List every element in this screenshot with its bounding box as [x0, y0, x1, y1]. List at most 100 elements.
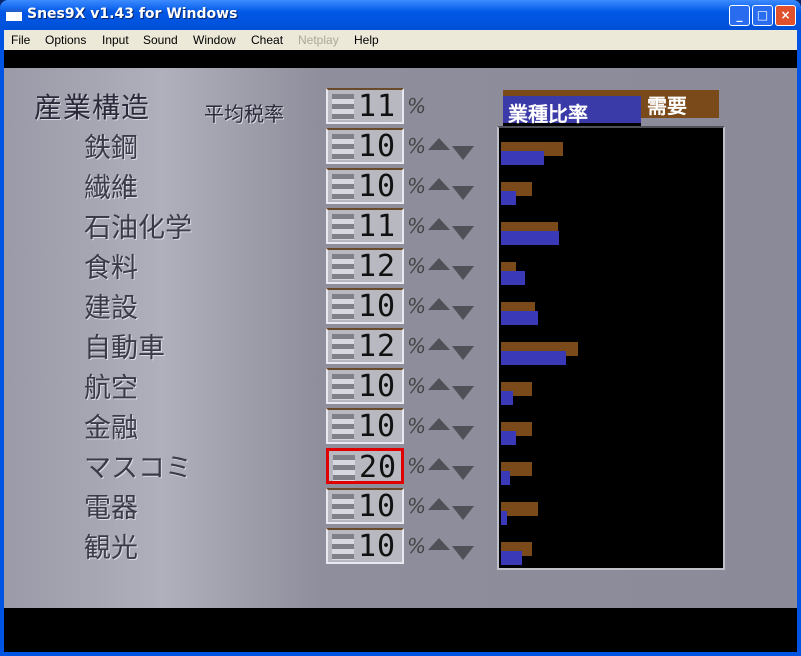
decrease-arrow-icon[interactable]	[452, 386, 474, 400]
increase-arrow-icon[interactable]	[428, 418, 450, 430]
increase-arrow-icon[interactable]	[428, 498, 450, 510]
industry-label: 繊維	[84, 173, 138, 204]
emulator-window: Snes9X v1.43 for Windows _ □ × File Opti…	[0, 0, 801, 656]
decrease-arrow-icon[interactable]	[452, 306, 474, 320]
decrease-arrow-icon[interactable]	[452, 466, 474, 480]
industry-label: 自動車	[84, 333, 165, 364]
ratio-bar	[501, 391, 513, 405]
tax-rate-value: 10	[358, 369, 397, 404]
ratio-bar	[501, 431, 516, 445]
close-button[interactable]: ×	[775, 5, 796, 26]
percent-sign: %	[407, 94, 427, 118]
ratio-bar	[501, 151, 544, 165]
stripe-decoration	[332, 494, 354, 520]
percent-sign: %	[407, 174, 427, 198]
increase-arrow-icon[interactable]	[428, 538, 450, 550]
ratio-bar	[501, 471, 510, 485]
decrease-arrow-icon[interactable]	[452, 146, 474, 160]
percent-sign: %	[407, 254, 427, 278]
average-tax-box: 11	[326, 88, 404, 124]
percent-sign: %	[407, 494, 427, 518]
tax-rate-value: 12	[358, 329, 397, 364]
tax-rate-value: 12	[358, 249, 397, 284]
decrease-arrow-icon[interactable]	[452, 506, 474, 520]
tab-demand[interactable]: 需要	[639, 90, 719, 118]
menu-window[interactable]: Window	[193, 33, 236, 47]
tax-rate-box[interactable]: 11	[326, 208, 404, 244]
menu-netplay: Netplay	[298, 33, 339, 47]
menu-input[interactable]: Input	[102, 33, 129, 47]
industry-label: 電器	[84, 493, 138, 524]
decrease-arrow-icon[interactable]	[452, 346, 474, 360]
stripe-decoration	[332, 334, 354, 360]
tax-rate-box[interactable]: 10	[326, 168, 404, 204]
tax-rate-value: 11	[358, 209, 397, 244]
increase-arrow-icon[interactable]	[428, 378, 450, 390]
industry-label: 観光	[84, 533, 138, 564]
menu-help[interactable]: Help	[354, 33, 379, 47]
bottom-border	[4, 608, 797, 648]
tax-rate-value: 10	[358, 489, 397, 524]
window-title: Snes9X v1.43 for Windows	[27, 6, 238, 22]
menu-file[interactable]: File	[11, 33, 30, 47]
increase-arrow-icon[interactable]	[428, 298, 450, 310]
percent-sign: %	[407, 294, 427, 318]
menu-sound[interactable]: Sound	[143, 33, 178, 47]
stripe-decoration	[332, 214, 354, 240]
increase-arrow-icon[interactable]	[428, 338, 450, 350]
increase-arrow-icon[interactable]	[428, 258, 450, 270]
stripe-decoration	[332, 134, 354, 160]
increase-arrow-icon[interactable]	[428, 178, 450, 190]
decrease-arrow-icon[interactable]	[452, 546, 474, 560]
ratio-bar	[501, 551, 522, 565]
minimize-button[interactable]: _	[729, 5, 750, 26]
ratio-bar	[501, 271, 525, 285]
tax-rate-box[interactable]: 10	[326, 528, 404, 564]
ratio-bar	[501, 351, 566, 365]
tax-rate-value: 10	[358, 409, 397, 444]
industry-label: 食料	[84, 253, 138, 284]
decrease-arrow-icon[interactable]	[452, 186, 474, 200]
game-screen[interactable]: 産業構造 平均税率 11 % 需要 業種比率 鉄鋼 10% 繊維 10% 石油化学 11%…	[4, 50, 797, 652]
increase-arrow-icon[interactable]	[428, 138, 450, 150]
menu-options[interactable]: Options	[45, 33, 86, 47]
ratio-bar	[501, 311, 538, 325]
decrease-arrow-icon[interactable]	[452, 266, 474, 280]
tax-rate-box[interactable]: 20	[326, 448, 404, 485]
percent-sign: %	[407, 534, 427, 558]
industry-chart	[497, 126, 725, 570]
tab-industry-ratio[interactable]: 業種比率	[503, 96, 641, 126]
app-icon	[6, 9, 22, 21]
percent-sign: %	[407, 334, 427, 358]
industry-label: 航空	[84, 373, 138, 404]
stripe-decoration	[332, 374, 354, 400]
tax-rate-box[interactable]: 10	[326, 408, 404, 444]
industry-label: 金融	[84, 413, 138, 444]
stripe-decoration	[333, 455, 355, 481]
percent-sign: %	[407, 374, 427, 398]
tax-rate-box[interactable]: 12	[326, 248, 404, 284]
stripe-decoration	[332, 414, 354, 440]
tax-rate-box[interactable]: 10	[326, 288, 404, 324]
average-tax-value: 11	[358, 89, 397, 124]
stripe-decoration	[332, 254, 354, 280]
menu-cheat[interactable]: Cheat	[251, 33, 283, 47]
tax-rate-value: 10	[358, 529, 397, 564]
decrease-arrow-icon[interactable]	[452, 426, 474, 440]
percent-sign: %	[407, 454, 427, 478]
increase-arrow-icon[interactable]	[428, 458, 450, 470]
stripe-decoration	[332, 174, 354, 200]
menu-bar: File Options Input Sound Window Cheat Ne…	[4, 30, 797, 50]
percent-sign: %	[407, 214, 427, 238]
decrease-arrow-icon[interactable]	[452, 226, 474, 240]
percent-sign: %	[407, 414, 427, 438]
page-title: 産業構造	[34, 91, 151, 124]
industry-label: 建設	[84, 293, 138, 324]
tax-rate-box[interactable]: 10	[326, 128, 404, 164]
tax-rate-box[interactable]: 12	[326, 328, 404, 364]
tax-rate-box[interactable]: 10	[326, 368, 404, 404]
increase-arrow-icon[interactable]	[428, 218, 450, 230]
tax-rate-box[interactable]: 10	[326, 488, 404, 524]
maximize-button[interactable]: □	[752, 5, 773, 26]
title-bar[interactable]: Snes9X v1.43 for Windows _ □ ×	[0, 0, 801, 30]
